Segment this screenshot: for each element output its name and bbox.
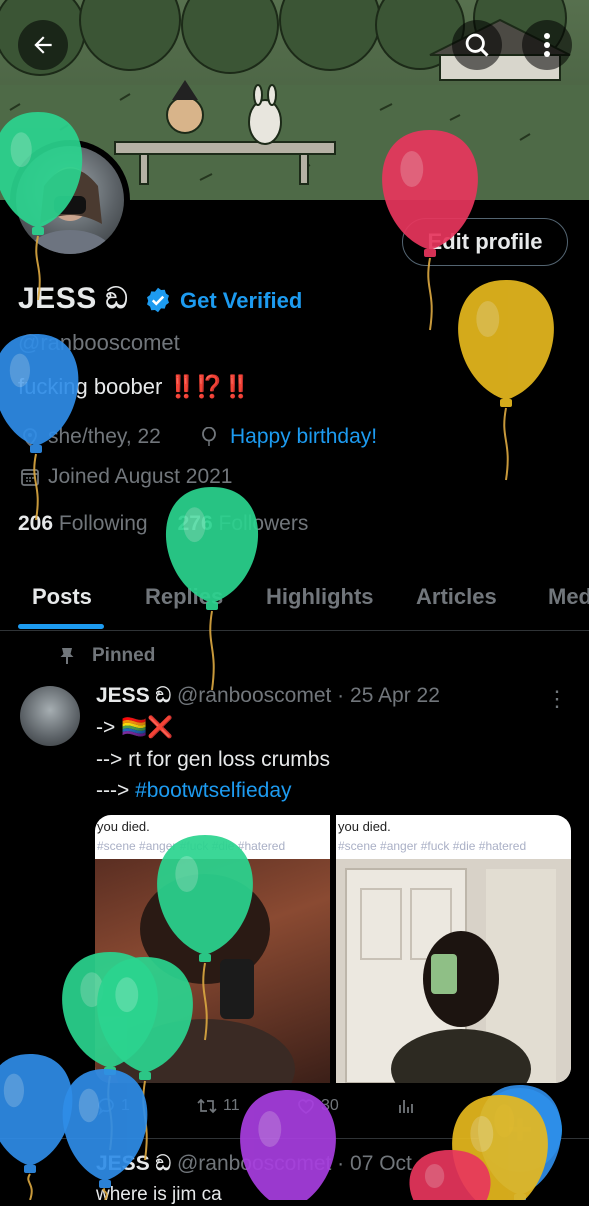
followers-count: 276	[177, 512, 213, 535]
media-image-left[interactable]: you died. #scene #anger #fuck #die #hate…	[95, 815, 330, 1083]
search-icon	[465, 33, 489, 57]
tweet-2-handle-date[interactable]: @ranbooscomet · 07 Oct	[177, 1152, 412, 1175]
balloon	[0, 1054, 73, 1200]
verified-badge-icon[interactable]	[144, 286, 172, 314]
reply-icon	[98, 1098, 114, 1116]
profile-bio: fucking boober ‼️⁉️‼️	[18, 374, 251, 400]
retweet-button[interactable]: 11	[196, 1096, 240, 1116]
following-label: Following	[58, 512, 148, 535]
image-left-caption: you died.	[97, 819, 150, 834]
retweet-count: 11	[223, 1097, 240, 1114]
image-right-tags: #scene #anger #fuck #die #hatered	[338, 839, 527, 853]
balloon	[62, 1069, 148, 1200]
tweet-line-3: ---> #bootwtselfieday	[96, 779, 292, 803]
balloon	[409, 1150, 491, 1200]
following-count: 206	[18, 512, 54, 535]
edit-profile-button[interactable]: Edit profile	[402, 218, 568, 266]
joined-row: Joined August 2021	[20, 465, 233, 489]
pinned-text: Pinned	[92, 645, 156, 666]
plus-icon: +	[507, 1105, 533, 1154]
pin-icon	[60, 648, 74, 664]
joined-text: Joined August 2021	[48, 465, 233, 488]
website-row: Happy birthday!	[200, 425, 377, 449]
tweet-line-1: -> 🏳️‍🌈❌	[96, 716, 174, 739]
pronouns-row: she/they, 22	[20, 425, 161, 449]
profile-avatar[interactable]	[10, 140, 130, 260]
back-button[interactable]	[18, 20, 68, 70]
tweet-handle-date[interactable]: @ranbooscomet · 25 Apr 22	[177, 684, 440, 707]
views-button[interactable]	[396, 1096, 416, 1116]
tab-replies[interactable]: Replies	[145, 584, 223, 610]
avatar-photo	[16, 146, 124, 254]
media-image-right[interactable]: you died. #scene #anger #fuck #die #hate…	[336, 815, 571, 1083]
profile-handle: @ranbooscomet	[18, 330, 180, 355]
image-right-caption: you died.	[338, 819, 391, 834]
tweet-avatar[interactable]	[20, 686, 80, 746]
tweet-header: JESS ඞ @ranbooscomet · 25 Apr 22	[96, 684, 440, 708]
more-vertical-icon	[544, 33, 550, 57]
arrow-left-icon	[34, 36, 52, 54]
like-count: 30	[321, 1097, 339, 1114]
bio-emoji: ‼️⁉️‼️	[168, 374, 251, 399]
reply-count: 1	[121, 1097, 130, 1114]
tweet-2-text: where is jim ca	[96, 1184, 222, 1205]
tweet-more-icon[interactable]: ⋮	[546, 686, 568, 712]
tweet-line-2: --> rt for gen loss crumbs	[96, 748, 330, 771]
active-tab-indicator	[18, 624, 104, 629]
analytics-icon	[399, 1100, 413, 1113]
tab-highlights[interactable]: Highlights	[266, 584, 374, 610]
tab-media[interactable]: Media	[548, 584, 589, 610]
tweet-line-3-prefix: --->	[96, 779, 136, 802]
balloon	[458, 280, 554, 481]
bio-text: fucking boober	[18, 374, 169, 399]
follow-stats: 206 Following 276 Followers	[18, 512, 308, 536]
followers-link[interactable]: 276 Followers	[178, 512, 309, 536]
compose-post-button[interactable]: +	[478, 1088, 562, 1172]
tweet-2-header: JESS ඞ @ranbooscomet · 07 Oct	[96, 1152, 412, 1176]
pinned-label: Pinned	[58, 645, 155, 667]
following-link[interactable]: 206 Following	[18, 512, 148, 536]
display-name: JESS ඞ	[18, 282, 129, 315]
followers-label: Followers	[218, 512, 309, 535]
get-verified-link[interactable]: Get Verified	[180, 288, 302, 314]
calendar-icon	[21, 469, 39, 486]
more-options-button[interactable]	[522, 20, 572, 70]
pronouns-text: she/they, 22	[48, 425, 161, 448]
birthday-link[interactable]: Happy birthday!	[230, 425, 377, 449]
tweet-media[interactable]: you died. #scene #anger #fuck #die #hate…	[95, 815, 571, 1083]
reply-button[interactable]: 1	[96, 1096, 130, 1116]
search-button[interactable]	[452, 20, 502, 70]
tab-posts[interactable]: Posts	[32, 584, 92, 610]
balloon-birthday-icon	[202, 427, 216, 446]
retweet-icon	[197, 1098, 217, 1114]
like-button[interactable]: 30	[296, 1096, 339, 1116]
tweet-2-author[interactable]: JESS ඞ	[96, 1152, 171, 1175]
image-left-tags: #scene #anger #fuck #die #hatered	[97, 839, 286, 853]
tweet-author[interactable]: JESS ඞ	[96, 684, 171, 707]
heart-icon	[298, 1099, 314, 1114]
location-pin-icon	[23, 428, 37, 447]
tab-articles[interactable]: Articles	[416, 584, 497, 610]
profile-tabs: Posts Replies Highlights Articles Media	[0, 568, 589, 631]
hashtag-link[interactable]: #bootwtselfieday	[135, 779, 291, 802]
